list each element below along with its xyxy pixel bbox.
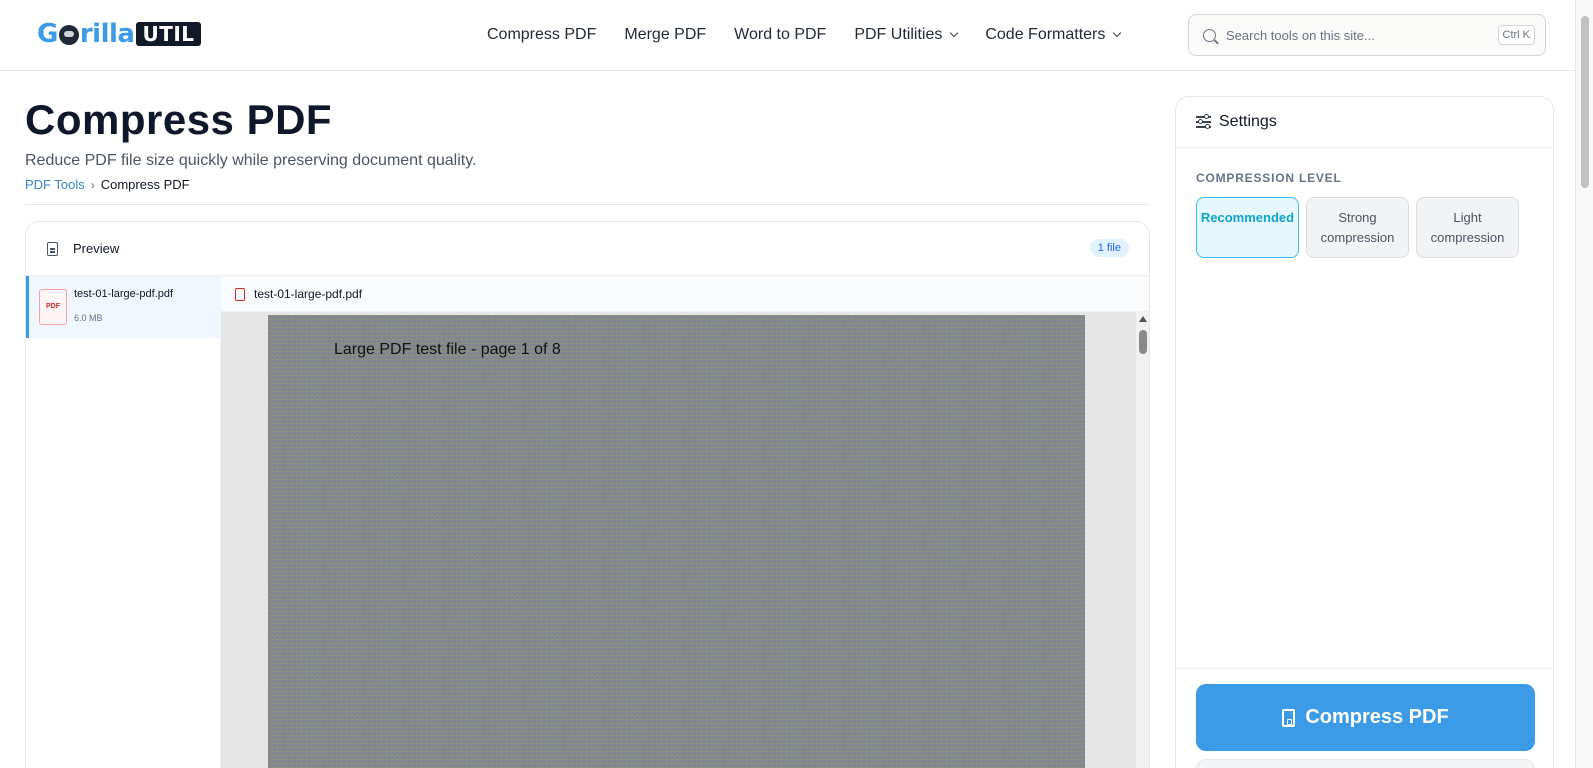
- logo-badge: UTIL: [136, 22, 201, 46]
- scroll-up-arrow-icon[interactable]: [1139, 316, 1147, 322]
- nav-merge-pdf[interactable]: Merge PDF: [624, 24, 706, 46]
- nav-label: Code Formatters: [985, 26, 1106, 43]
- pdf-document-icon: [235, 288, 245, 301]
- zip-file-icon: [1282, 708, 1296, 727]
- preview-header: Preview 1 file: [26, 222, 1149, 276]
- nav-label: Word to PDF: [734, 26, 827, 43]
- breadcrumb-separator: ›: [90, 177, 95, 192]
- nav-label: Compress PDF: [487, 26, 597, 43]
- chevron-down-icon: [950, 28, 959, 38]
- viewer-canvas[interactable]: Large PDF test file - page 1 of 8: [221, 312, 1136, 768]
- secondary-action-area: [1196, 759, 1535, 768]
- sliders-icon: [1196, 114, 1211, 129]
- preview-title: Preview: [73, 241, 120, 256]
- level-strong-button[interactable]: Strong compression: [1306, 197, 1409, 258]
- pdf-viewer: test-01-large-pdf.pdf Large PDF test fil…: [221, 276, 1149, 768]
- search-shortcut-hint: Ctrl K: [1497, 25, 1535, 45]
- nav-compress-pdf[interactable]: Compress PDF: [487, 24, 596, 46]
- breadcrumb-pdf-tools-link[interactable]: PDF Tools: [25, 177, 85, 192]
- nav-label: Merge PDF: [624, 26, 707, 43]
- page-scrollbar-thumb[interactable]: [1581, 16, 1589, 188]
- site-logo[interactable]: G rilla UTIL: [37, 20, 201, 48]
- chevron-down-icon: [1113, 28, 1122, 38]
- search-input[interactable]: [1226, 27, 1486, 43]
- compress-pdf-button[interactable]: Compress PDF: [1196, 684, 1535, 751]
- breadcrumb: PDF Tools › Compress PDF: [25, 177, 190, 192]
- viewer-filename: test-01-large-pdf.pdf: [254, 287, 363, 301]
- breadcrumb-current: Compress PDF: [100, 177, 190, 192]
- document-icon: [47, 242, 58, 256]
- file-name: test-01-large-pdf.pdf: [74, 288, 174, 300]
- settings-panel: Settings COMPRESSION LEVEL Recommended S…: [1175, 96, 1554, 768]
- viewer-scrollbar[interactable]: [1136, 312, 1149, 768]
- top-header: G rilla UTIL Compress PDF Merge PDF Word…: [0, 0, 1575, 71]
- viewer-toolbar: test-01-large-pdf.pdf: [221, 276, 1149, 312]
- page-scrollbar[interactable]: [1575, 0, 1593, 768]
- pdf-file-icon: PDF: [39, 289, 67, 325]
- main-nav: Compress PDF Merge PDF Word to PDF PDF U…: [487, 24, 1148, 46]
- nav-code-formatters-dropdown[interactable]: Code Formatters: [985, 24, 1122, 46]
- file-list: PDF test-01-large-pdf.pdf 6.0 MB: [26, 276, 221, 768]
- nav-label: PDF Utilities: [854, 26, 943, 43]
- pdf-page: Large PDF test file - page 1 of 8: [268, 315, 1085, 768]
- preview-card: Preview 1 file PDF test-01-large-pdf.pdf…: [25, 221, 1150, 768]
- settings-title: Settings: [1219, 113, 1277, 130]
- compress-button-label: Compress PDF: [1305, 706, 1449, 728]
- level-recommended-button[interactable]: Recommended: [1196, 197, 1299, 258]
- nav-word-to-pdf[interactable]: Word to PDF: [734, 24, 826, 46]
- page-subtitle: Reduce PDF file size quickly while prese…: [25, 152, 477, 169]
- nav-pdf-utilities-dropdown[interactable]: PDF Utilities: [854, 24, 959, 46]
- pdf-page-text: Large PDF test file - page 1 of 8: [334, 341, 561, 358]
- file-list-item[interactable]: PDF test-01-large-pdf.pdf 6.0 MB: [26, 276, 221, 338]
- viewer-scrollbar-thumb[interactable]: [1139, 330, 1147, 354]
- compression-level-label: COMPRESSION LEVEL: [1196, 171, 1342, 185]
- file-size: 6.0 MB: [74, 313, 103, 323]
- settings-header: Settings: [1176, 97, 1553, 148]
- file-count-badge: 1 file: [1089, 239, 1129, 257]
- title-divider: [25, 204, 1150, 205]
- search-icon: [1203, 28, 1216, 42]
- gorilla-face-icon: [58, 25, 79, 45]
- settings-divider: [1176, 668, 1553, 669]
- level-light-button[interactable]: Light compression: [1416, 197, 1519, 258]
- logo-letter: G: [37, 19, 58, 49]
- page-title: Compress PDF: [25, 96, 333, 143]
- logo-wordmark: rilla: [79, 19, 135, 49]
- site-search[interactable]: Ctrl K: [1188, 14, 1546, 56]
